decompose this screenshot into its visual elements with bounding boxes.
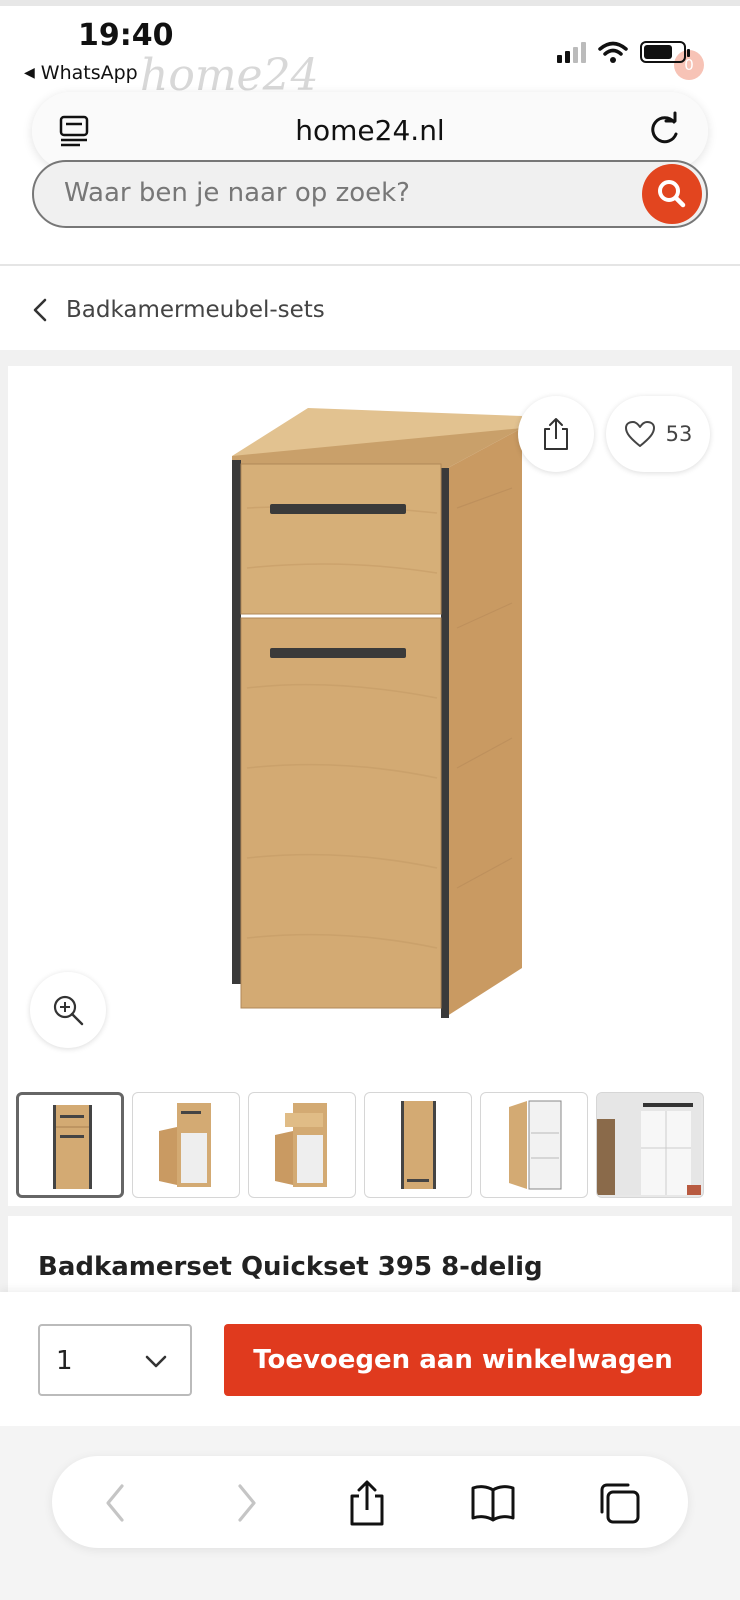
product-title: Badkamerset Quickset 395 8-delig [38, 1252, 543, 1282]
browser-toolbar [52, 1456, 688, 1548]
add-to-cart-bar: 1 Toevoegen aan winkelwagen [0, 1292, 740, 1426]
forward-arrow-icon[interactable] [222, 1480, 268, 1526]
search-icon [658, 180, 686, 208]
url-bar[interactable]: home24.nl [32, 92, 708, 170]
quantity-select[interactable]: 1 [38, 1324, 192, 1396]
breadcrumb[interactable]: Badkamermeubel-sets [32, 290, 325, 330]
zoom-in-icon [53, 995, 84, 1026]
favorite-count: 53 [665, 422, 693, 446]
back-to-app-link[interactable]: ◀ WhatsApp [24, 62, 138, 84]
heart-icon [624, 421, 655, 447]
share-button[interactable] [518, 396, 594, 472]
thumbnail-3[interactable] [248, 1092, 356, 1198]
favorite-button[interactable]: 53 [606, 396, 710, 472]
status-icons [557, 40, 690, 64]
breadcrumb-label[interactable]: Badkamermeubel-sets [66, 297, 325, 323]
wifi-icon [598, 41, 628, 63]
thumbnail-1[interactable] [16, 1092, 124, 1198]
url-domain[interactable]: home24.nl [32, 114, 708, 147]
back-app-label: WhatsApp [40, 62, 138, 84]
search-bar[interactable]: Waar ben je naar op zoek? [32, 160, 708, 228]
back-triangle-icon: ◀ [24, 65, 35, 81]
thumbnail-6[interactable] [596, 1092, 704, 1198]
search-button[interactable] [642, 164, 702, 224]
thumbnail-4[interactable] [364, 1092, 472, 1198]
header-divider [0, 264, 740, 266]
tabs-icon[interactable] [596, 1480, 642, 1526]
signal-icon [557, 41, 586, 63]
product-image-card: 53 [8, 366, 732, 1206]
add-to-cart-button[interactable]: Toevoegen aan winkelwagen [224, 1324, 702, 1396]
search-input[interactable]: Waar ben je naar op zoek? [64, 178, 410, 208]
product-title-card: Badkamerset Quickset 395 8-delig [8, 1216, 732, 1296]
status-time: 19:40 [78, 18, 174, 53]
back-arrow-icon[interactable] [94, 1480, 140, 1526]
battery-icon [640, 41, 690, 63]
reload-icon[interactable] [644, 110, 684, 150]
product-image[interactable] [222, 408, 532, 1038]
thumbnail-5[interactable] [480, 1092, 588, 1198]
thumbnail-2[interactable] [132, 1092, 240, 1198]
share-icon [544, 418, 568, 450]
quantity-value: 1 [56, 1346, 73, 1376]
chevron-down-icon [145, 1355, 167, 1368]
zoom-button[interactable] [30, 972, 106, 1048]
status-bar: 19:40 ◀ WhatsApp [0, 6, 740, 96]
chevron-left-icon [33, 298, 47, 322]
share-icon[interactable] [344, 1480, 390, 1526]
thumbnail-strip[interactable] [8, 1090, 740, 1200]
bookmarks-icon[interactable] [470, 1480, 516, 1526]
